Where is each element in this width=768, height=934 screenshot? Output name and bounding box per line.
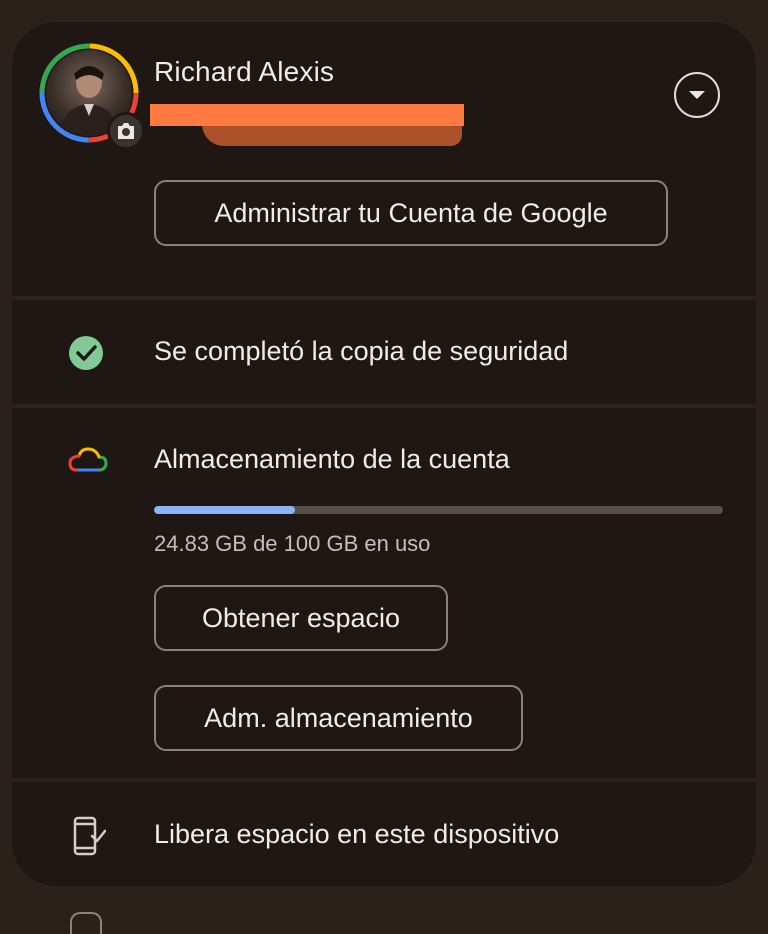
manage-storage-button[interactable]: Adm. almacenamiento (154, 685, 523, 751)
storage-usage-text: 24.83 GB de 100 GB en uso (154, 531, 431, 556)
account-card: Richard Alexis Administrar tu Cuenta de … (12, 22, 756, 886)
check-circle-icon (69, 336, 103, 370)
divider (12, 296, 756, 300)
storage-progress-bar (154, 506, 723, 514)
divider (12, 778, 756, 782)
account-switcher-button[interactable] (674, 72, 720, 118)
get-space-button[interactable]: Obtener espacio (154, 585, 448, 651)
camera-button[interactable] (107, 112, 145, 150)
cloud-icon (68, 447, 108, 472)
free-space-item[interactable]: Libera espacio en este dispositivo (154, 819, 559, 850)
camera-icon (118, 123, 134, 139)
next-item-icon (70, 912, 102, 934)
phone-clean-icon (73, 816, 106, 856)
email-redaction (150, 104, 464, 126)
avatar[interactable] (38, 42, 145, 150)
chevron-down-icon (689, 91, 705, 99)
manage-account-button[interactable]: Administrar tu Cuenta de Google (154, 180, 668, 246)
divider (12, 404, 756, 408)
account-name: Richard Alexis (154, 56, 335, 87)
storage-progress-fill (154, 506, 296, 514)
email-redaction-shadow (202, 124, 462, 146)
storage-title: Almacenamiento de la cuenta (154, 444, 510, 474)
backup-status: Se completó la copia de seguridad (154, 336, 569, 366)
